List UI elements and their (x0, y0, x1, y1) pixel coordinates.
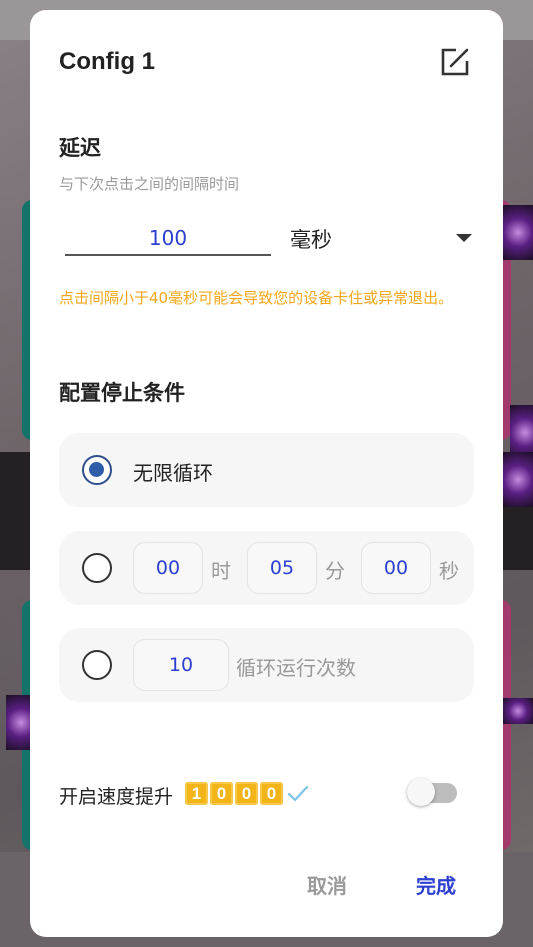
background-glow (503, 205, 533, 260)
speed-badge-digit: 0 (235, 782, 258, 805)
stop-conditions-title: 配置停止条件 (59, 381, 185, 405)
minutes-unit-label: 分 (325, 559, 345, 583)
config-dialog: Config 1 延迟 与下次点击之间的间隔时间 毫秒 点击间隔小于40毫秒可能… (30, 10, 503, 937)
minutes-input[interactable]: 05 (247, 542, 317, 594)
edit-icon[interactable] (439, 46, 471, 78)
speed-badge-digit: 1 (185, 782, 208, 805)
speed-boost-toggle[interactable] (407, 773, 459, 809)
seconds-unit-label: 秒 (439, 559, 459, 583)
cancel-button[interactable]: 取消 (307, 870, 347, 899)
dropdown-arrow-icon (456, 234, 472, 242)
infinite-loop-label: 无限循环 (133, 461, 213, 485)
timer-option[interactable]: 00 时 05 分 00 秒 (59, 531, 474, 605)
check-icon (287, 785, 309, 802)
delay-unit-label: 毫秒 (290, 228, 332, 252)
loop-count-option[interactable]: 10 循环运行次数 (59, 628, 474, 702)
delay-value-input[interactable] (65, 222, 271, 256)
delay-section-subtitle: 与下次点击之间的间隔时间 (59, 175, 240, 193)
done-button[interactable]: 完成 (416, 870, 456, 899)
loop-count-input[interactable]: 10 (133, 639, 229, 691)
hours-input[interactable]: 00 (133, 542, 203, 594)
timer-radio[interactable] (82, 553, 112, 583)
infinite-loop-radio[interactable] (82, 455, 112, 485)
speed-badge-digit: 0 (260, 782, 283, 805)
loop-count-label: 循环运行次数 (236, 656, 356, 680)
delay-warning-text: 点击间隔小于40毫秒可能会导致您的设备卡住或异常退出。 (59, 289, 454, 307)
loop-count-radio[interactable] (82, 650, 112, 680)
delay-unit-dropdown[interactable]: 毫秒 (288, 220, 472, 256)
infinite-loop-option[interactable]: 无限循环 (59, 433, 474, 507)
speed-badge-digit: 0 (210, 782, 233, 805)
background-glow (503, 698, 533, 724)
background-glow (503, 452, 533, 507)
dialog-title: Config 1 (59, 48, 155, 75)
toggle-thumb (407, 778, 435, 806)
seconds-input[interactable]: 00 (361, 542, 431, 594)
speed-boost-label: 开启速度提升 (59, 786, 174, 808)
delay-section-title: 延迟 (59, 136, 101, 160)
hours-unit-label: 时 (211, 559, 231, 583)
